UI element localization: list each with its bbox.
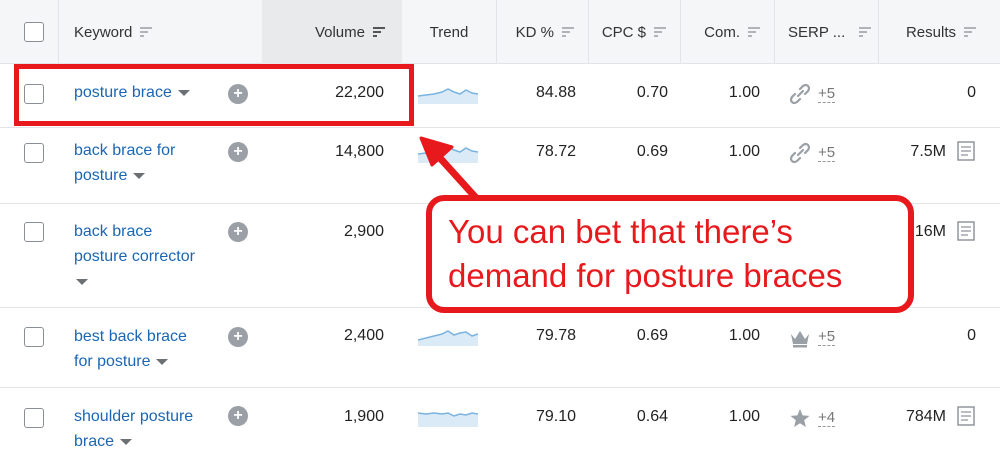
cpc-value: 0.69 <box>636 327 668 344</box>
trend-sparkline <box>418 412 478 427</box>
com-value: 1.00 <box>728 327 760 344</box>
add-keyword-icon[interactable]: + <box>228 222 248 242</box>
column-divider <box>774 0 775 64</box>
keyword-text: posture corrector <box>74 248 195 265</box>
sort-icon[interactable] <box>964 27 976 37</box>
column-serp[interactable]: SERP ... <box>788 0 872 64</box>
column-com[interactable]: Com. <box>680 0 774 64</box>
table-row: best back brace for posture + 2,400 79.78… <box>0 308 1000 388</box>
column-results-label: Results <box>905 23 956 41</box>
highlight-box <box>14 64 414 126</box>
caret-down-icon[interactable] <box>120 438 133 445</box>
cpc-value: 0.64 <box>636 408 668 425</box>
sort-icon[interactable] <box>859 27 872 37</box>
trend-sparkline <box>418 146 478 163</box>
results-value: 0 <box>967 327 976 344</box>
document-icon[interactable] <box>957 406 975 426</box>
table-row: shoulder posture brace + 1,900 79.10 0.64… <box>0 388 1000 468</box>
volume-value: 2,400 <box>343 327 384 344</box>
trend-sparkline <box>418 330 478 346</box>
volume-value: 2,900 <box>343 223 384 240</box>
sort-icon[interactable] <box>654 27 666 37</box>
results-value: 0 <box>967 84 976 101</box>
link-icon <box>789 142 811 164</box>
add-keyword-icon[interactable]: + <box>228 406 248 426</box>
column-volume-label: Volume <box>314 23 365 41</box>
callout-line-2: demand for posture braces <box>448 257 843 294</box>
sort-icon[interactable] <box>562 27 574 37</box>
callout-text: You can bet that there’s demand for post… <box>432 210 842 298</box>
column-results[interactable]: Results <box>878 0 1000 64</box>
column-trend[interactable]: Trend <box>402 0 496 64</box>
trend-sparkline <box>418 88 478 104</box>
cpc-value: 0.69 <box>636 143 668 160</box>
table-row: back brace for posture + 14,800 78.72 0.6… <box>0 128 1000 204</box>
caret-down-icon[interactable] <box>156 358 169 365</box>
com-value: 1.00 <box>728 408 760 425</box>
sort-icon[interactable] <box>373 27 385 37</box>
column-keyword[interactable]: Keyword <box>74 0 153 64</box>
table-header: Keyword Volume Trend KD % CPC $ Com. SER… <box>0 0 1000 64</box>
volume-value: 1,900 <box>343 408 384 425</box>
keyword-text: back brace <box>74 223 153 240</box>
document-icon[interactable] <box>957 141 975 161</box>
add-keyword-icon[interactable]: + <box>228 327 248 347</box>
link-icon <box>789 83 811 105</box>
keyword-text: back brace for <box>74 142 176 159</box>
column-serp-label: SERP ... <box>788 23 846 41</box>
kd-value: 79.10 <box>535 408 576 425</box>
serp-more-link[interactable]: +5 <box>818 86 836 103</box>
volume-value: 14,800 <box>335 143 384 160</box>
serp-more-link[interactable]: +5 <box>818 329 836 346</box>
column-kd[interactable]: KD % <box>496 0 588 64</box>
row-checkbox[interactable] <box>24 143 44 163</box>
keyword-link[interactable]: back brace posture corrector <box>74 219 224 294</box>
column-cpc[interactable]: CPC $ <box>588 0 680 64</box>
row-checkbox[interactable] <box>24 222 44 242</box>
star-icon <box>790 409 810 427</box>
add-keyword-icon[interactable]: + <box>228 142 248 162</box>
keyword-text: brace <box>74 433 115 450</box>
com-value: 1.00 <box>728 143 760 160</box>
column-com-label: Com. <box>704 23 740 41</box>
com-value: 1.00 <box>728 84 760 101</box>
column-keyword-label: Keyword <box>74 23 133 41</box>
keyword-link[interactable]: best back brace for posture <box>74 324 224 374</box>
column-kd-label: KD % <box>515 23 554 41</box>
serp-more-link[interactable]: +4 <box>818 410 836 427</box>
kd-value: 78.72 <box>535 143 576 160</box>
results-value: 784M <box>905 408 946 425</box>
keyword-text: best back brace <box>74 328 187 345</box>
keyword-text: shoulder posture <box>74 408 194 425</box>
row-checkbox[interactable] <box>24 327 44 347</box>
results-value: 7.5M <box>910 143 946 160</box>
caret-down-icon[interactable] <box>133 172 146 179</box>
callout-box: You can bet that there’s demand for post… <box>426 195 914 313</box>
column-volume[interactable]: Volume <box>262 0 402 64</box>
cpc-value: 0.70 <box>636 84 668 101</box>
callout-line-1: You can bet that there’s <box>448 213 793 250</box>
sort-icon[interactable] <box>748 27 760 37</box>
keyword-link[interactable]: shoulder posture brace <box>74 404 224 454</box>
row-checkbox[interactable] <box>24 408 44 428</box>
kd-value: 79.78 <box>535 327 576 344</box>
serp-more-link[interactable]: +5 <box>818 145 836 162</box>
keyword-link[interactable]: back brace for posture <box>74 138 224 188</box>
crown-icon <box>791 331 809 348</box>
keyword-text: for posture <box>74 353 151 370</box>
sort-icon[interactable] <box>140 27 153 37</box>
kd-value: 84.88 <box>535 84 576 101</box>
column-divider <box>58 0 59 64</box>
caret-down-icon[interactable] <box>76 278 88 285</box>
keyword-text: posture <box>74 167 128 184</box>
column-cpc-label: CPC $ <box>601 23 646 41</box>
document-icon[interactable] <box>957 221 975 241</box>
column-trend-label: Trend <box>429 23 469 41</box>
select-all-checkbox[interactable] <box>24 22 44 42</box>
